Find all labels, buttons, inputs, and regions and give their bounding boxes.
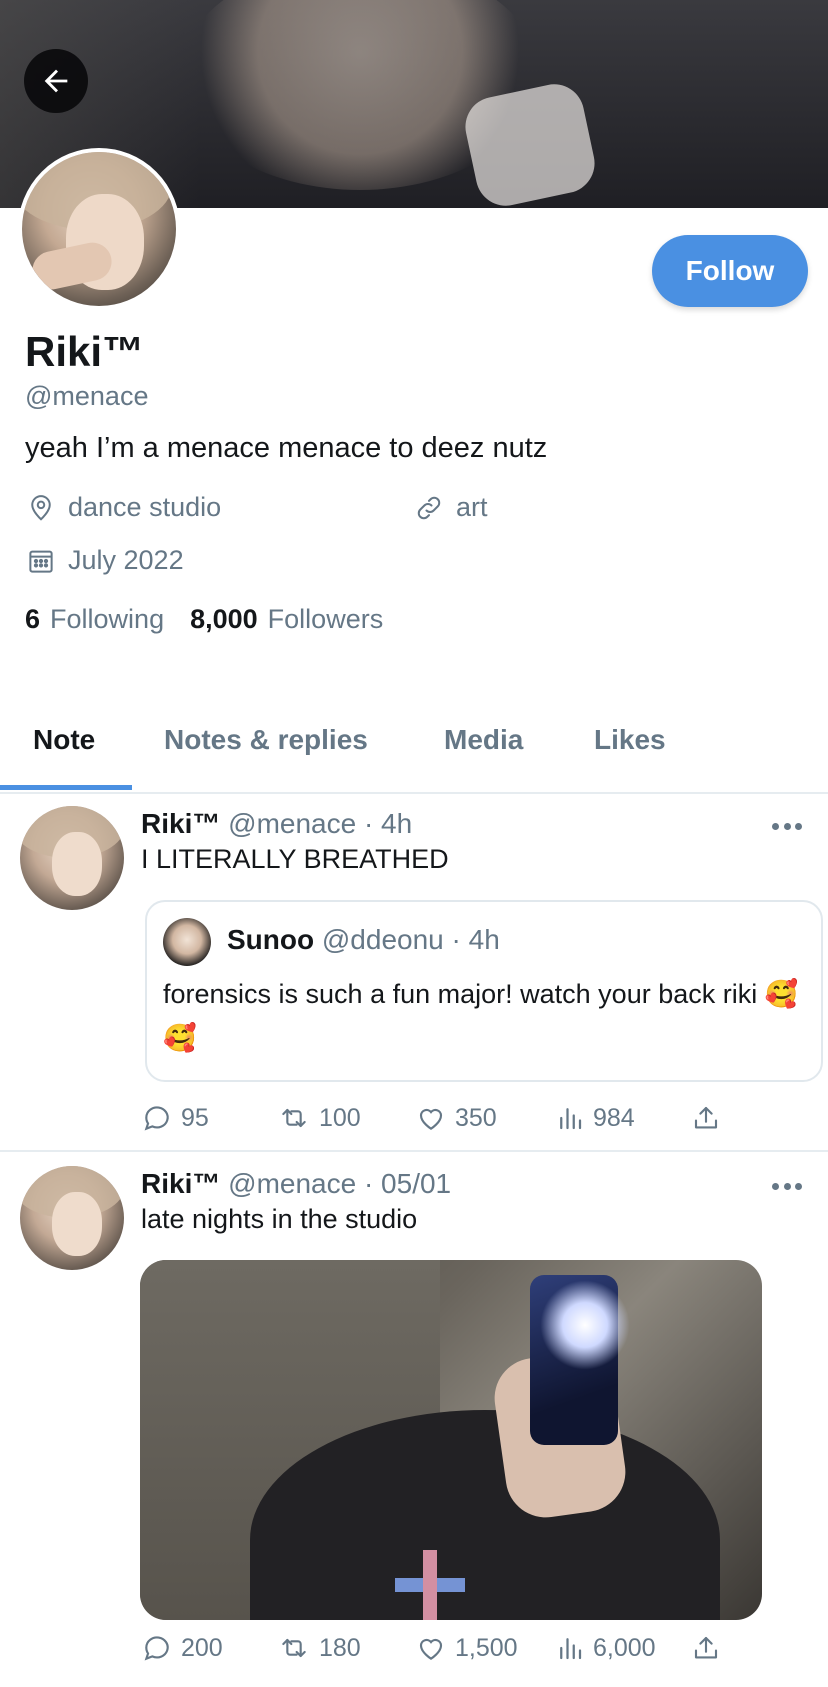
post-avatar[interactable] (20, 806, 124, 910)
repost-count: 100 (319, 1103, 361, 1132)
like-icon (419, 1108, 443, 1130)
quoted-text: forensics is such a fun major! watch you… (163, 979, 799, 1053)
views-icon (560, 1638, 582, 1660)
more-icon[interactable] (772, 823, 802, 833)
active-tab-indicator (0, 785, 132, 790)
post-header: Riki™ @menace · 4h (141, 808, 412, 840)
repost-icon (282, 1108, 306, 1128)
views-button[interactable]: 984 (555, 1102, 635, 1134)
link-text[interactable]: art (456, 492, 488, 523)
post-text: I LITERALLY BREATHED (141, 844, 449, 874)
share-icon (694, 1106, 718, 1129)
like-button[interactable]: 1,500 (415, 1632, 518, 1664)
post-author-name[interactable]: Riki™ (141, 1168, 220, 1199)
quoted-avatar (163, 918, 211, 966)
post-divider (0, 1150, 828, 1152)
post-actions: 95 100 350 984 (141, 1102, 718, 1142)
follow-button[interactable]: Follow (652, 235, 808, 307)
quoted-author-name: Sunoo (227, 924, 315, 955)
tab-media[interactable]: Media (444, 724, 523, 756)
back-arrow-icon (44, 69, 68, 93)
reply-button[interactable]: 95 (141, 1102, 209, 1134)
reply-icon (144, 1106, 169, 1131)
tabs-divider (0, 792, 828, 794)
like-count: 1,500 (455, 1633, 518, 1662)
reply-button[interactable]: 200 (141, 1632, 223, 1664)
follow-counts: 6 Following 8,000 Followers (25, 604, 409, 635)
location-pin-icon (31, 494, 51, 521)
quoted-meta: @ddeonu · 4h (321, 924, 500, 955)
post-avatar[interactable] (20, 1166, 124, 1270)
repost-count: 180 (319, 1633, 361, 1662)
followers-label[interactable]: Followers (268, 604, 384, 635)
profile-handle: @menace (25, 381, 149, 411)
reply-count: 95 (181, 1103, 209, 1132)
profile-avatar[interactable] (18, 148, 180, 310)
post-author-name[interactable]: Riki™ (141, 808, 220, 839)
repost-button[interactable]: 100 (277, 1102, 361, 1134)
reply-count: 200 (181, 1633, 223, 1662)
like-button[interactable]: 350 (415, 1102, 497, 1134)
tab-likes[interactable]: Likes (594, 724, 666, 756)
post-actions: 200 180 1,500 6,000 (141, 1632, 718, 1672)
post-meta: @menace · 4h (228, 808, 413, 839)
display-name: Riki™ (25, 328, 145, 375)
post-image[interactable] (140, 1260, 762, 1620)
views-count: 6,000 (593, 1633, 656, 1662)
share-button[interactable] (691, 1632, 729, 1664)
views-button[interactable]: 6,000 (555, 1632, 656, 1664)
profile-location: dance studio (26, 492, 221, 523)
profile-bio: yeah I’m a menace menace to deez nutz (25, 432, 548, 464)
post-text: late nights in the studio (141, 1204, 418, 1234)
post-item[interactable]: Riki™ @menace · 05/01 late nights in the… (0, 1160, 828, 1687)
like-icon (419, 1638, 443, 1660)
calendar-icon (29, 550, 53, 573)
share-button[interactable] (691, 1102, 729, 1134)
following-count[interactable]: 6 (25, 604, 40, 635)
back-button[interactable] (24, 49, 88, 113)
post-meta: @menace · 05/01 (228, 1168, 452, 1199)
views-count: 984 (593, 1103, 635, 1132)
tab-notes-replies[interactable]: Notes & replies (164, 724, 368, 756)
profile-tabs: Note Notes & replies Media Likes (0, 716, 828, 792)
followers-count[interactable]: 8,000 (190, 604, 258, 635)
repost-icon (282, 1638, 306, 1658)
following-label[interactable]: Following (50, 604, 164, 635)
profile-joined: July 2022 (26, 545, 184, 576)
views-icon (560, 1108, 582, 1130)
more-icon[interactable] (772, 1183, 802, 1193)
like-count: 350 (455, 1103, 497, 1132)
tab-note[interactable]: Note (33, 724, 95, 756)
repost-button[interactable]: 180 (277, 1632, 361, 1664)
joined-text: July 2022 (68, 545, 184, 575)
reply-icon (144, 1636, 169, 1661)
share-icon (694, 1636, 718, 1659)
post-header: Riki™ @menace · 05/01 (141, 1168, 451, 1200)
location-text: dance studio (68, 492, 222, 522)
post-item[interactable]: Riki™ @menace · 4h I LITERALLY BREATHED … (0, 800, 828, 1150)
profile-link[interactable]: art (414, 492, 488, 523)
quoted-post[interactable]: Sunoo @ddeonu · 4h forensics is such a f… (145, 900, 823, 1082)
link-icon (417, 496, 441, 519)
quoted-header: Sunoo @ddeonu · 4h (227, 924, 500, 956)
